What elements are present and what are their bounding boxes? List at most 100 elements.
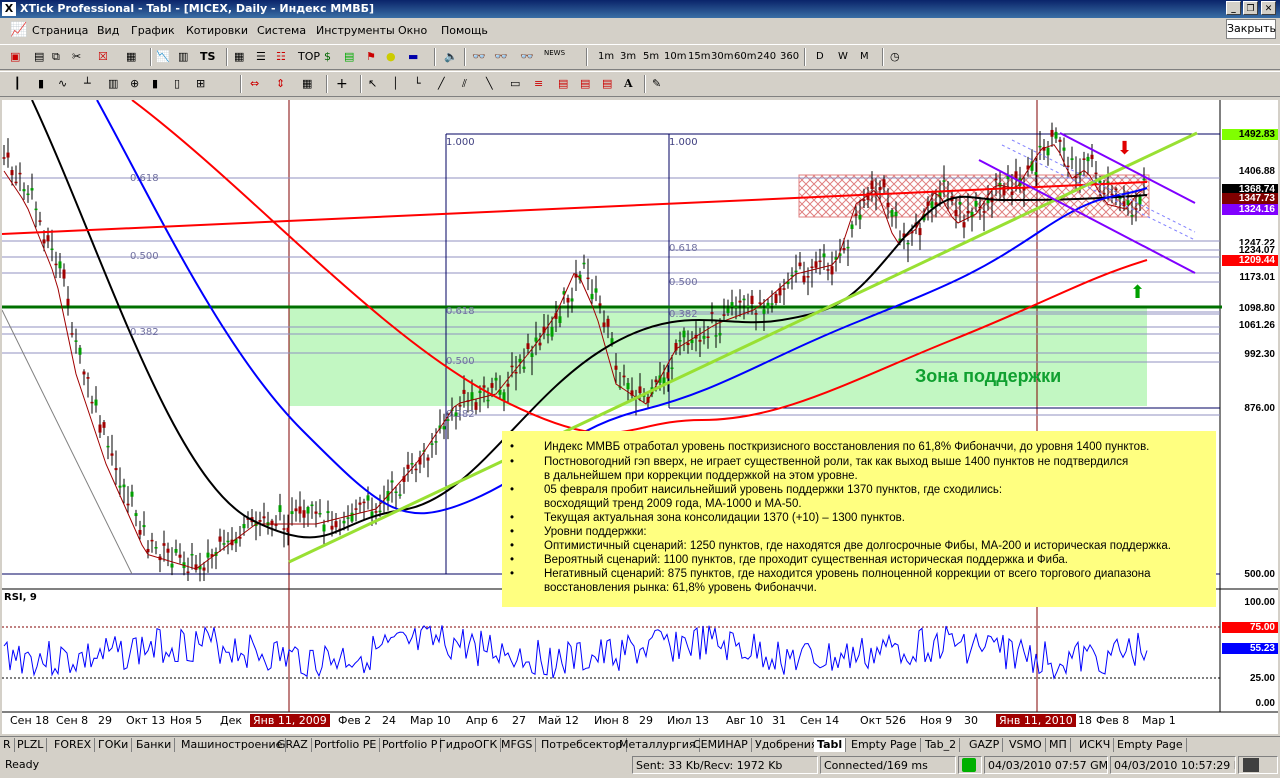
restore-icon[interactable]: ❐ <box>1243 1 1258 15</box>
candle-body <box>822 253 826 258</box>
close-chart-button[interactable]: Закрыть <box>1226 19 1276 39</box>
scroll-icon[interactable]: ⇔ <box>250 76 259 92</box>
timeframe-60m[interactable]: 60m <box>734 50 756 64</box>
copy-icon[interactable]: ⧉ <box>52 49 60 65</box>
cursor-icon[interactable]: ↖ <box>368 76 377 92</box>
tab-19[interactable]: VSMO <box>1006 738 1046 752</box>
hline-icon[interactable]: └ <box>414 76 421 92</box>
tab-20[interactable]: МП <box>1046 738 1071 752</box>
tab-14[interactable]: Удобрения <box>752 738 822 752</box>
menu-window[interactable]: Окно <box>398 24 427 37</box>
fib-fan-icon[interactable]: ▤ <box>558 76 568 92</box>
tab-13[interactable]: СЕМИНАР <box>690 738 752 752</box>
vline-icon[interactable]: │ <box>392 76 399 92</box>
tab-11[interactable]: Потребсектор <box>538 738 627 752</box>
timeframe-weekly[interactable]: W <box>838 50 848 64</box>
tab-5[interactable]: Машиностроение <box>178 738 287 752</box>
zoom-icon[interactable]: ⇕ <box>276 76 285 92</box>
fib-icon[interactable]: ╲ <box>486 76 493 92</box>
portfolio-icon[interactable]: ▤ <box>344 49 354 65</box>
tab-22[interactable]: Empty Page <box>1114 738 1187 752</box>
open-icon[interactable]: ▣ <box>10 49 20 65</box>
timeframe-10m[interactable]: 10m <box>664 50 686 64</box>
alert-icon[interactable]: ⚑ <box>366 49 376 65</box>
fib-levels-icon[interactable]: ≡ <box>534 76 543 92</box>
tab-17[interactable]: Tab_2 <box>922 738 961 752</box>
coins-icon[interactable]: ● <box>386 49 396 65</box>
tab-0[interactable]: R <box>0 738 15 752</box>
cut-icon[interactable]: ✂ <box>72 49 81 65</box>
tab-12[interactable]: Металлургия <box>616 738 700 752</box>
menu-help[interactable]: Помощь <box>441 24 488 37</box>
close-window-icon[interactable]: ✕ <box>1261 1 1276 15</box>
candles-icon[interactable]: ▮ <box>38 76 44 92</box>
minimize-icon[interactable]: _ <box>1226 1 1241 15</box>
timeframe-3m[interactable]: 3m <box>620 50 636 64</box>
line-icon[interactable]: ∿ <box>58 76 67 92</box>
tab-15[interactable]: Tabl <box>814 738 847 752</box>
tab-3[interactable]: ГОКи <box>95 738 133 752</box>
timeframe-daily[interactable]: D <box>816 50 824 64</box>
chart-settings-icon[interactable]: ▦ <box>302 76 312 92</box>
tab-4[interactable]: Банки <box>133 738 176 752</box>
money-icon[interactable]: $ <box>324 49 331 65</box>
scale-icon[interactable]: ▥ <box>108 76 118 92</box>
timeframe-15m[interactable]: 15m <box>688 50 710 64</box>
delete-icon[interactable]: ☒ <box>98 49 108 65</box>
top-icon[interactable]: TOP <box>298 49 320 65</box>
grid-icon[interactable]: ⊞ <box>196 76 205 92</box>
trendline-icon[interactable]: ╱ <box>438 76 445 92</box>
table-icon[interactable]: ▦ <box>234 49 244 65</box>
tab-16[interactable]: Empty Page <box>848 738 921 752</box>
gann-icon[interactable]: ▤ <box>602 76 612 92</box>
glasses-icon[interactable]: 👓 <box>472 49 486 65</box>
menu-quotes[interactable]: Котировки <box>186 24 248 37</box>
tab-7[interactable]: Portfolio PE <box>311 738 381 752</box>
line-chart-icon[interactable]: 📉 <box>156 49 170 65</box>
time-sales-icon[interactable]: TS <box>200 49 215 65</box>
timeframe-1m[interactable]: 1m <box>598 50 614 64</box>
page-icon[interactable]: ▤ <box>34 49 44 65</box>
crosshair-icon[interactable]: + <box>336 76 348 92</box>
bars-icon[interactable]: ┴ <box>84 76 91 92</box>
timeframe-monthly[interactable]: M <box>860 50 869 64</box>
rectangle-icon[interactable]: ▭ <box>510 76 520 92</box>
zoom-in-icon[interactable]: ⊕ <box>130 76 139 92</box>
tab-2[interactable]: FOREX <box>51 738 96 752</box>
hist-icon[interactable]: ▯ <box>174 76 180 92</box>
properties-icon[interactable]: ▦ <box>126 49 136 65</box>
menu-page[interactable]: Страница <box>32 24 88 37</box>
news-icon[interactable]: NEWS <box>544 49 565 65</box>
tab-10[interactable]: MFGS <box>498 738 537 752</box>
fib-arc-icon[interactable]: ▤ <box>580 76 590 92</box>
timeframe-30m[interactable]: 30m <box>711 50 733 64</box>
tab-9[interactable]: ГидроОГК <box>436 738 502 752</box>
bar-chart-icon[interactable]: ▥ <box>178 49 188 65</box>
order-icon[interactable]: ☷ <box>276 49 286 65</box>
clock-icon[interactable]: ◷ <box>890 49 900 65</box>
menu-chart[interactable]: График <box>131 24 175 37</box>
menu-tools[interactable]: Инструменты <box>316 24 395 37</box>
timeframe-360[interactable]: 360 <box>780 50 799 64</box>
menu-view[interactable]: Вид <box>97 24 119 37</box>
text-icon[interactable]: A <box>624 76 633 92</box>
chart-area[interactable]: 0.618 0.500 0.382 1.000 0.618 0.500 0.38… <box>2 100 1278 734</box>
tab-1[interactable]: PLZL <box>14 738 48 752</box>
list-icon[interactable]: ☰ <box>256 49 266 65</box>
menu-system[interactable]: Система <box>257 24 306 37</box>
candle-body <box>66 298 70 306</box>
tab-21[interactable]: ИСКЧ <box>1076 738 1115 752</box>
volume-icon[interactable]: ▮ <box>152 76 158 92</box>
tab-8[interactable]: Portfolio P <box>379 738 442 752</box>
glasses2-icon[interactable]: 👓 <box>494 49 508 65</box>
sound-icon[interactable]: 🔈 <box>444 49 458 65</box>
tab-6[interactable]: GRAZ <box>274 738 312 752</box>
channel-icon[interactable]: ⫽ <box>462 76 467 92</box>
indicator-icon[interactable]: ┃ <box>14 76 21 92</box>
timeframe-5m[interactable]: 5m <box>643 50 659 64</box>
flag-icon[interactable]: ▬ <box>408 49 418 65</box>
timeframe-240[interactable]: 240 <box>757 50 776 64</box>
glasses3-icon[interactable]: 👓 <box>520 49 534 65</box>
pen-icon[interactable]: ✎ <box>652 76 661 92</box>
tab-18[interactable]: GAZP <box>966 738 1004 752</box>
